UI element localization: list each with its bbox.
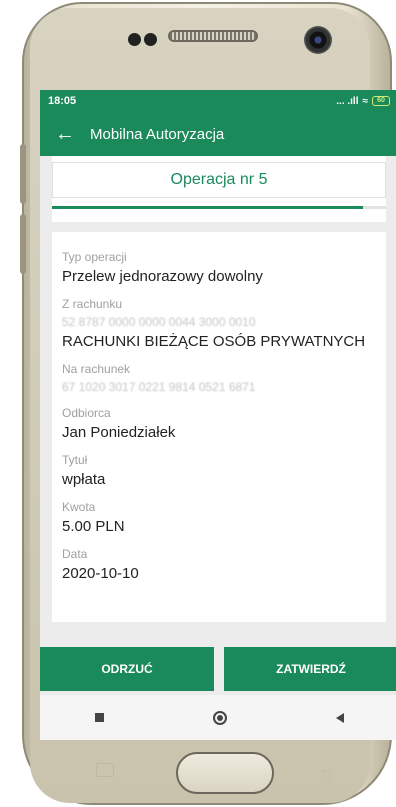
field-value: wpłata	[62, 471, 106, 488]
back-key-icon[interactable]: ⮌	[320, 764, 333, 791]
operation-title: Operacja nr 5	[52, 162, 386, 198]
field-label: Typ operacji	[62, 250, 127, 264]
sensor-dot-2	[144, 33, 157, 46]
field-date: Data 2020-10-10	[62, 539, 376, 586]
app-bar: ← Mobilna Autoryzacja	[40, 112, 396, 156]
status-icons: ... .ıll ≈ 60	[336, 96, 390, 107]
account-number: 52 8787 0000 0000 0044 3000 0010	[62, 315, 256, 329]
home-button[interactable]	[176, 752, 274, 794]
recent-apps-key-icon[interactable]	[96, 763, 114, 777]
operation-details[interactable]: Typ operacji Przelew jednorazowy dowolny…	[52, 232, 386, 622]
field-label: Tytuł	[62, 453, 88, 467]
field-operation-type: Typ operacji Przelew jednorazowy dowolny	[62, 242, 376, 289]
earpiece-speaker	[168, 30, 258, 42]
app-screen: 18:05 ... .ıll ≈ 60 ← Mobilna Autoryzacj…	[40, 90, 396, 740]
field-label: Data	[62, 547, 88, 561]
signal-icon: ... .ıll	[336, 95, 359, 107]
field-value: Jan Poniedziałek	[62, 424, 176, 441]
field-title: Tytuł wpłata	[62, 445, 376, 492]
account-number: 67 1020 3017 0221 9814 0521 6871	[62, 380, 256, 394]
progress-fill	[52, 206, 363, 209]
status-bar: 18:05 ... .ıll ≈ 60	[40, 90, 396, 112]
field-amount: Kwota 5.00 PLN	[62, 492, 376, 539]
sensor-dot	[128, 33, 141, 46]
back-arrow-icon[interactable]: ←	[40, 123, 90, 146]
status-time: 18:05	[48, 95, 77, 107]
field-label: Kwota	[62, 500, 96, 514]
confirm-button[interactable]: ZATWIERDŹ	[224, 647, 396, 691]
field-value: 5.00 PLN	[62, 518, 125, 535]
field-value: Przelew jednorazowy dowolny	[62, 268, 263, 285]
wifi-icon: ≈	[362, 95, 369, 107]
field-from-account: Z rachunku 52 8787 0000 0000 0044 3000 0…	[62, 289, 376, 354]
field-value: RACHUNKI BIEŻĄCE OSÓB PRYWATNYCH	[62, 333, 366, 350]
home-icon[interactable]	[212, 710, 227, 725]
field-label: Odbiorca	[62, 406, 111, 420]
field-label: Na rachunek	[62, 362, 131, 376]
progress-bar	[52, 206, 386, 209]
system-nav-bar	[40, 695, 396, 740]
field-to-account: Na rachunek 67 1020 3017 0221 9814 0521 …	[62, 354, 376, 398]
field-value: 2020-10-10	[62, 565, 139, 582]
field-label: Z rachunku	[62, 297, 123, 311]
reject-button[interactable]: ODRZUĆ	[40, 647, 214, 691]
volume-button-lower	[20, 214, 26, 274]
volume-button	[20, 144, 26, 204]
battery-icon: 60	[372, 96, 390, 106]
action-bar: ODRZUĆ ZATWIERDŹ	[40, 647, 396, 691]
operation-card: Operacja nr 5	[52, 156, 386, 222]
back-icon[interactable]	[335, 712, 344, 723]
recent-apps-icon[interactable]	[94, 713, 104, 722]
page-title: Mobilna Autoryzacja	[90, 125, 225, 143]
field-recipient: Odbiorca Jan Poniedziałek	[62, 398, 376, 445]
front-camera-icon	[304, 26, 332, 54]
